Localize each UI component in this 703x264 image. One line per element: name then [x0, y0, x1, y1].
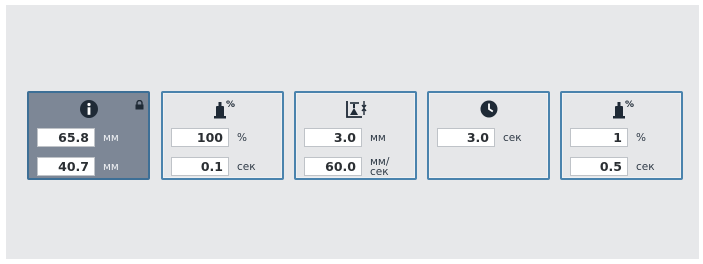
- parameter-row: 3.0 сек: [437, 128, 522, 147]
- unit-label: сек: [636, 160, 655, 173]
- parameter-row: 60.0 мм/ сек: [304, 155, 400, 178]
- unit-label: %: [237, 131, 247, 144]
- parameter-row: 3.0 мм: [304, 128, 386, 147]
- panel-dispense-2[interactable]: % 1 % 0.5 сек: [560, 91, 683, 180]
- dispense-percent-icon: %: [562, 99, 681, 119]
- parameter-row: 100 %: [171, 128, 247, 147]
- parameter-row: 65.8 мм: [37, 128, 119, 147]
- value-field[interactable]: 1: [570, 128, 628, 147]
- unit-label: мм: [370, 131, 386, 144]
- value-field[interactable]: 0.1: [171, 157, 229, 176]
- parameter-row: 1 %: [570, 128, 646, 147]
- parameter-row: 40.7 мм: [37, 157, 119, 176]
- value-field[interactable]: 3.0: [304, 128, 362, 147]
- clock-icon: [429, 99, 548, 119]
- panel-info[interactable]: 65.8 мм 40.7 мм: [27, 91, 150, 180]
- unit-label: мм: [103, 160, 119, 173]
- dispense-percent-icon: %: [163, 99, 282, 119]
- lift-speed-icon: [296, 99, 415, 119]
- panel-time[interactable]: 3.0 сек: [427, 91, 550, 180]
- unit-label: %: [636, 131, 646, 144]
- value-field[interactable]: 0.5: [570, 157, 628, 176]
- panel-dispense[interactable]: % 100 % 0.1 сек: [161, 91, 284, 180]
- unit-label: сек: [503, 131, 522, 144]
- value-field[interactable]: 65.8: [37, 128, 95, 147]
- percent-glyph: %: [625, 100, 634, 110]
- info-icon: [29, 99, 148, 119]
- percent-glyph: %: [226, 100, 235, 110]
- value-field[interactable]: 100: [171, 128, 229, 147]
- unit-label: сек: [237, 160, 256, 173]
- value-field[interactable]: 3.0: [437, 128, 495, 147]
- parameter-row: 0.1 сек: [171, 157, 256, 176]
- parameters-area: 65.8 мм 40.7 мм % 100 % 0.1 сек 3.0 мм 6…: [6, 5, 699, 259]
- unit-label: мм: [103, 131, 119, 144]
- unit-label: мм/ сек: [370, 155, 390, 178]
- panel-lift[interactable]: 3.0 мм 60.0 мм/ сек: [294, 91, 417, 180]
- parameter-row: 0.5 сек: [570, 157, 655, 176]
- value-field[interactable]: 60.0: [304, 157, 362, 176]
- value-field[interactable]: 40.7: [37, 157, 95, 176]
